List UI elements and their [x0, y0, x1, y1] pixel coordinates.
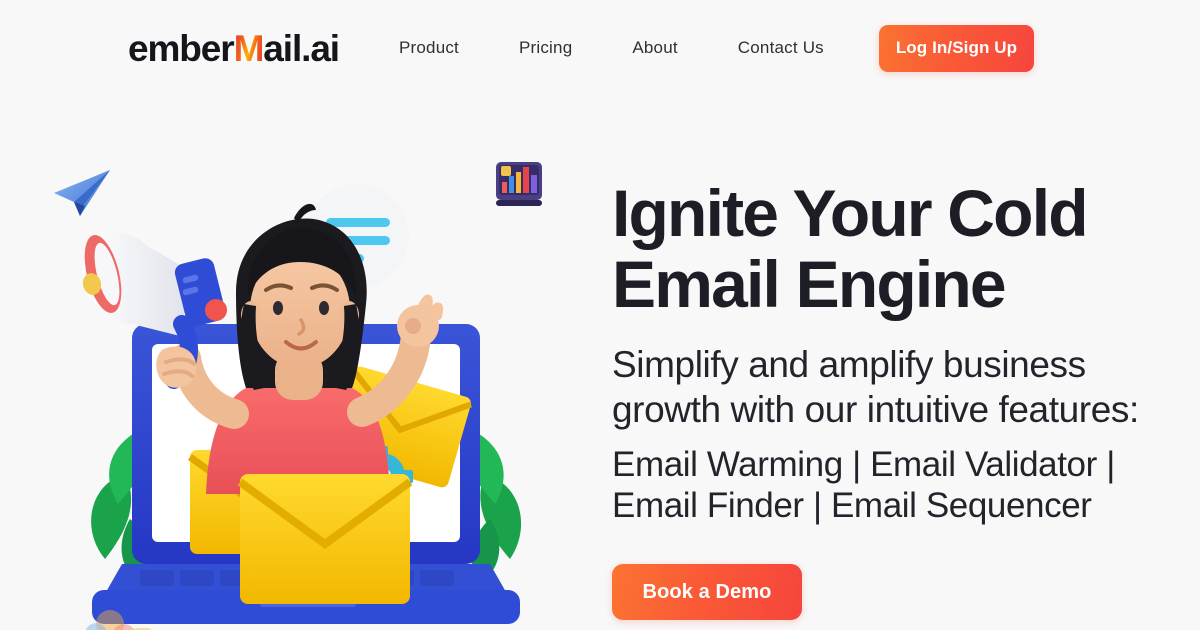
logo-text-part2: ail.ai [263, 27, 340, 69]
hero-copy: Ignite Your Cold Email Engine Simplify a… [612, 178, 1182, 620]
logo-text-highlight: M [233, 27, 265, 69]
hero-cta-container: Book a Demo [612, 564, 1182, 620]
landing-page: ember Mail.ai Product Pricing About Conta… [0, 0, 1200, 630]
site-logo[interactable]: ember Mail.ai [128, 27, 340, 69]
header-cta-container: Log In/Sign Up [879, 24, 1034, 72]
logo-text-part1: ember [128, 27, 235, 69]
nav-item-pricing[interactable]: Pricing [519, 30, 572, 66]
nav-item-about[interactable]: About [632, 30, 677, 66]
main-navigation: Product Pricing About Contact Us [399, 30, 824, 66]
hero-subheadline: Simplify and amplify business growth wit… [612, 344, 1139, 430]
hero-illustration [30, 156, 590, 630]
hero-features-line: Email Warming | Email Validator | Email … [612, 445, 1115, 525]
hero-headline: Ignite Your Cold Email Engine [612, 176, 1089, 321]
login-signup-button[interactable]: Log In/Sign Up [879, 24, 1034, 72]
hero-main-scene [70, 174, 550, 630]
nav-item-product[interactable]: Product [399, 30, 459, 66]
decorative-blob-icon [80, 576, 170, 630]
hero-section: Ignite Your Cold Email Engine Simplify a… [0, 96, 1200, 630]
nav-item-contact-us[interactable]: Contact Us [738, 30, 824, 66]
envelope-icon [237, 474, 413, 604]
book-a-demo-button[interactable]: Book a Demo [612, 564, 802, 620]
site-header: ember Mail.ai Product Pricing About Conta… [0, 0, 1200, 96]
